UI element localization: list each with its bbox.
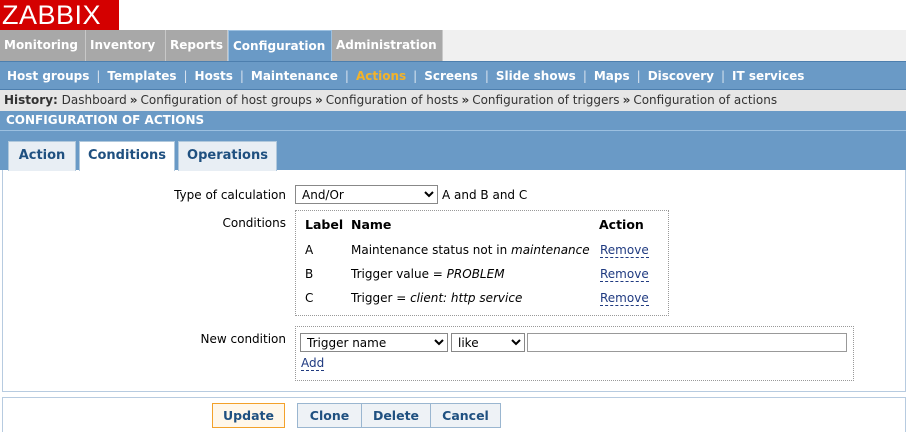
condition-text: Trigger = xyxy=(351,291,411,305)
breadcrumb-arrow: » xyxy=(622,93,631,107)
calc-expression: A and B and C xyxy=(442,188,528,202)
conditions-header-action: Action xyxy=(599,217,644,232)
submenu-separator: | xyxy=(582,68,587,83)
condition-name-a: Maintenance status not in maintenance xyxy=(351,243,590,257)
breadcrumb-triggers[interactable]: Configuration of triggers xyxy=(472,93,619,107)
submenu-maps[interactable]: Maps xyxy=(594,69,630,83)
condition-value: maintenance xyxy=(511,243,590,257)
submenu-host-groups[interactable]: Host groups xyxy=(7,69,89,83)
remove-condition-a-button[interactable]: Remove xyxy=(600,244,649,258)
submenu-hosts[interactable]: Hosts xyxy=(195,69,233,83)
main-menu: Monitoring Inventory Reports Configurati… xyxy=(0,30,906,61)
submenu-slide-shows[interactable]: Slide shows xyxy=(496,69,576,83)
cancel-button[interactable]: Cancel xyxy=(430,403,501,428)
tab-bar: Action Conditions Operations xyxy=(0,130,906,171)
submenu-separator: | xyxy=(636,68,641,83)
breadcrumb-arrow: » xyxy=(129,93,138,107)
submenu-separator: | xyxy=(413,68,418,83)
submenu-separator: | xyxy=(183,68,188,83)
main-menu-monitoring[interactable]: Monitoring xyxy=(0,30,86,61)
page-title: CONFIGURATION OF ACTIONS xyxy=(0,111,906,130)
breadcrumb-hosts[interactable]: Configuration of hosts xyxy=(326,93,459,107)
main-menu-reports[interactable]: Reports xyxy=(166,30,228,61)
breadcrumb: History: Dashboard» Configuration of host… xyxy=(0,90,906,111)
submenu-separator: | xyxy=(96,68,101,83)
delete-button[interactable]: Delete xyxy=(361,403,431,428)
submenu-separator: | xyxy=(484,68,489,83)
condition-label-a: A xyxy=(305,243,314,257)
main-menu-filler xyxy=(443,30,906,61)
condition-value: PROBLEM xyxy=(446,267,505,281)
clone-button[interactable]: Clone xyxy=(297,403,362,428)
tab-operations[interactable]: Operations xyxy=(178,141,277,171)
new-condition-operator-select[interactable]: like xyxy=(451,333,525,352)
main-menu-configuration[interactable]: Configuration xyxy=(228,30,332,61)
sub-menu: Host groups | Templates | Hosts | Maintenan… xyxy=(0,61,906,90)
update-button[interactable]: Update xyxy=(212,403,285,428)
breadcrumb-host-groups[interactable]: Configuration of host groups xyxy=(141,93,312,107)
tab-conditions[interactable]: Conditions xyxy=(79,141,175,171)
new-condition-value-input[interactable] xyxy=(527,333,847,352)
conditions-label: Conditions xyxy=(222,216,286,230)
zabbix-logo[interactable]: ZABBIX xyxy=(0,0,119,30)
breadcrumb-arrow: » xyxy=(314,93,323,107)
breadcrumb-arrow: » xyxy=(461,93,470,107)
breadcrumb-actions[interactable]: Configuration of actions xyxy=(633,93,777,107)
submenu-maintenance[interactable]: Maintenance xyxy=(251,69,338,83)
history-label: History: xyxy=(4,93,58,107)
condition-name-c: Trigger = client: http service xyxy=(351,291,522,305)
submenu-screens[interactable]: Screens xyxy=(424,69,478,83)
submenu-it-services[interactable]: IT services xyxy=(732,69,804,83)
calc-type-select[interactable]: And/Or xyxy=(295,185,438,204)
submenu-separator: | xyxy=(239,68,244,83)
submenu-separator: | xyxy=(720,68,726,83)
submenu-discovery[interactable]: Discovery xyxy=(648,69,714,83)
new-condition-label: New condition xyxy=(200,332,286,346)
conditions-header-name: Name xyxy=(351,217,392,232)
submenu-templates[interactable]: Templates xyxy=(107,69,176,83)
calc-type-label: Type of calculation xyxy=(174,188,286,202)
main-menu-inventory[interactable]: Inventory xyxy=(86,30,166,61)
remove-condition-c-button[interactable]: Remove xyxy=(600,292,649,306)
main-menu-administration[interactable]: Administration xyxy=(332,30,443,61)
condition-name-b: Trigger value = PROBLEM xyxy=(351,267,505,281)
conditions-header-label: Label xyxy=(305,217,344,232)
condition-text: Maintenance status not in xyxy=(351,243,512,257)
condition-text: Trigger value = xyxy=(351,267,447,281)
condition-label-b: B xyxy=(305,267,314,281)
new-condition-type-select[interactable]: Trigger name xyxy=(300,333,448,352)
add-condition-button[interactable]: Add xyxy=(301,357,325,371)
condition-label-c: C xyxy=(305,291,314,305)
tab-action[interactable]: Action xyxy=(8,141,76,171)
remove-condition-b-button[interactable]: Remove xyxy=(600,268,649,282)
condition-value: client: http service xyxy=(410,291,523,305)
submenu-actions[interactable]: Actions xyxy=(356,69,406,83)
submenu-separator: | xyxy=(344,68,349,83)
breadcrumb-dashboard[interactable]: Dashboard xyxy=(62,93,127,107)
